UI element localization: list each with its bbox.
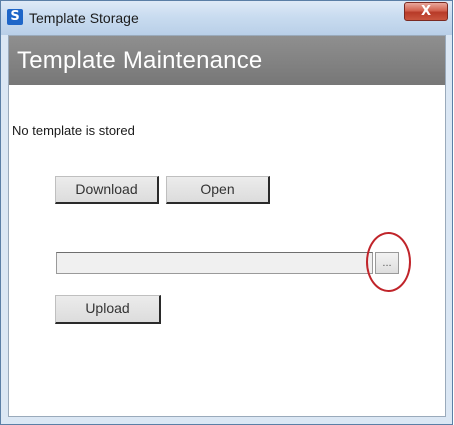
template-storage-window: S Template Storage X Template Maintenanc… — [0, 0, 453, 425]
open-button[interactable]: Open — [166, 176, 270, 204]
file-path-field[interactable] — [56, 252, 373, 274]
page-title: Template Maintenance — [17, 47, 263, 74]
close-button[interactable]: X — [404, 2, 448, 21]
client-area: Template Maintenance No template is stor… — [8, 35, 446, 417]
app-icon: S — [7, 9, 23, 25]
title-bar[interactable]: S Template Storage X — [1, 1, 452, 35]
status-label: No template is stored — [12, 123, 135, 138]
upload-button[interactable]: Upload — [55, 295, 161, 324]
window-title: Template Storage — [29, 10, 139, 26]
browse-button[interactable]: ... — [375, 252, 399, 274]
download-button[interactable]: Download — [55, 176, 159, 204]
header-band: Template Maintenance — [9, 36, 445, 85]
